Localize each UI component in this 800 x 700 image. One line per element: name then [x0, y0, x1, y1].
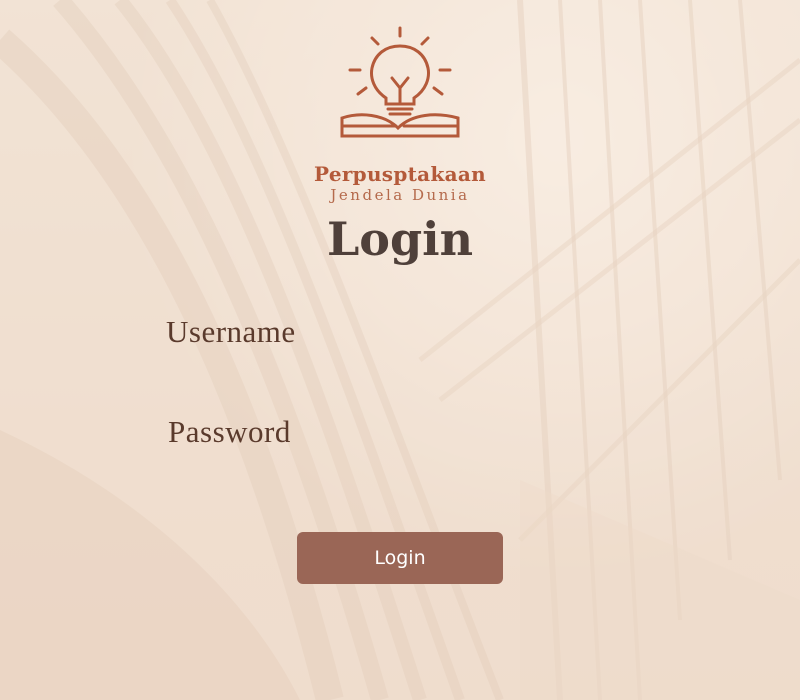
username-input[interactable] [330, 316, 630, 352]
password-label: Password [168, 414, 291, 449]
brand-tagline: Jendela Dunia [330, 186, 470, 204]
page-title: Login [326, 212, 474, 266]
username-label: Username [166, 314, 296, 349]
password-input[interactable] [330, 416, 630, 452]
lightbulb-book-icon [340, 26, 460, 138]
login-button[interactable]: Login [297, 532, 503, 584]
brand-name: Perpusptakaan [314, 162, 486, 186]
brand-logo: Perpusptakaan Jendela Dunia [300, 22, 500, 204]
